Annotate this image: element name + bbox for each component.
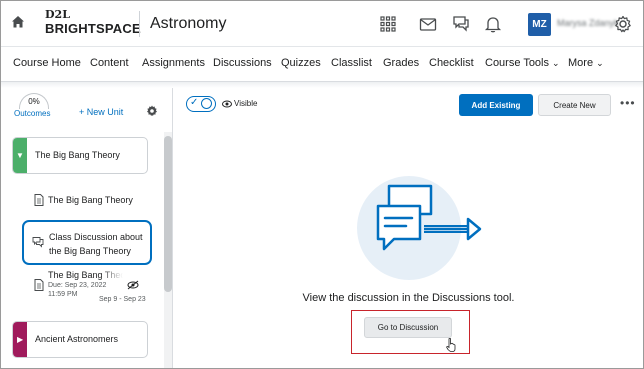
avatar[interactable]: MZ (528, 13, 551, 36)
more-options-icon[interactable]: ••• (620, 96, 636, 110)
gear-icon[interactable] (613, 14, 633, 34)
user-name[interactable]: Marysa Zdanyk (557, 18, 619, 28)
document-icon (34, 279, 44, 291)
new-unit-button[interactable]: + New Unit (79, 107, 123, 117)
caret-right-icon[interactable]: ▶ (17, 335, 23, 344)
add-existing-button[interactable]: Add Existing (459, 94, 533, 116)
check-icon: ✓ (190, 97, 199, 108)
brightspace-logo[interactable]: D2L BRIGHTSPACE (45, 9, 141, 35)
main-content: ✓ Visible Add Existing Create New ••• Vi… (174, 88, 643, 368)
topic-class-discussion-active[interactable]: Class Discussion about the Big Bang Theo… (22, 220, 152, 265)
caret-down-icon[interactable]: ▼ (16, 151, 24, 160)
chevron-down-icon: ⌄ (552, 58, 560, 68)
chevron-down-icon: ⌄ (596, 58, 604, 68)
document-icon (34, 194, 44, 206)
discussion-illustration (357, 176, 482, 280)
eye-icon (222, 100, 232, 108)
topic-date-range: Sep 9 - Sep 23 (99, 296, 146, 303)
visibility-label: Visible (234, 99, 258, 108)
topic-big-bang-theory[interactable]: The Big Bang Theory (48, 195, 133, 205)
top-header: D2L BRIGHTSPACE Astronomy MZ Marysa Zdan… (1, 1, 643, 47)
unit-label: The Big Bang Theory (35, 150, 120, 160)
nav-quizzes[interactable]: Quizzes (281, 57, 321, 69)
nav-assignments[interactable]: Assignments (142, 57, 205, 69)
course-selector-grid-icon[interactable] (378, 14, 398, 34)
empty-state-message: View the discussion in the Discussions t… (302, 292, 515, 304)
nav-grades[interactable]: Grades (383, 57, 419, 69)
content-sidebar: 0% Outcomes + New Unit ▼ The Big Bang Th… (1, 88, 173, 368)
unit-label: Ancient Astronomers (35, 334, 119, 344)
nav-course-home[interactable]: Course Home (13, 57, 81, 69)
bell-icon[interactable] (483, 14, 503, 34)
visibility-toggle[interactable]: ✓ (186, 96, 216, 112)
outcomes-link[interactable]: Outcomes (14, 109, 50, 118)
nav-more[interactable]: More ⌄ (568, 57, 604, 69)
logo-d2l-text: D2L (45, 8, 70, 21)
nav-classlist[interactable]: Classlist (331, 57, 372, 69)
topic-big-bang-theory-due[interactable]: The Big Bang Theory (48, 270, 123, 280)
nav-discussions[interactable]: Discussions (213, 57, 272, 69)
create-new-button[interactable]: Create New (538, 94, 611, 116)
course-title[interactable]: Astronomy (150, 15, 226, 33)
outcomes-progress[interactable]: 0% (19, 93, 49, 109)
nav-checklist[interactable]: Checklist (429, 57, 474, 69)
toggle-knob (201, 98, 212, 109)
nav-course-tools[interactable]: Course Tools ⌄ (485, 57, 560, 69)
sidebar-scrollbar-thumb[interactable] (164, 136, 172, 292)
header-divider (139, 11, 140, 37)
chat-icon[interactable] (451, 14, 471, 34)
discussion-icon (32, 237, 44, 248)
mail-icon[interactable] (418, 14, 438, 34)
nav-content[interactable]: Content (90, 57, 129, 69)
course-navbar: Course Home Content Assignments Discussi… (1, 47, 643, 81)
logo-brightspace-text: BRIGHTSPACE (45, 21, 141, 36)
home-icon[interactable] (11, 15, 25, 29)
nav-more-label: More (568, 57, 594, 69)
nav-course-tools-label: Course Tools (485, 57, 549, 69)
gear-icon[interactable] (146, 105, 158, 117)
unit-card-big-bang[interactable]: ▼ The Big Bang Theory (12, 137, 148, 174)
eye-slash-icon (127, 280, 139, 290)
unit-card-ancient-astronomers[interactable]: ▶ Ancient Astronomers (12, 321, 148, 358)
mouse-cursor-icon (446, 338, 456, 352)
topic-label: Class Discussion about the Big Bang Theo… (49, 232, 143, 256)
